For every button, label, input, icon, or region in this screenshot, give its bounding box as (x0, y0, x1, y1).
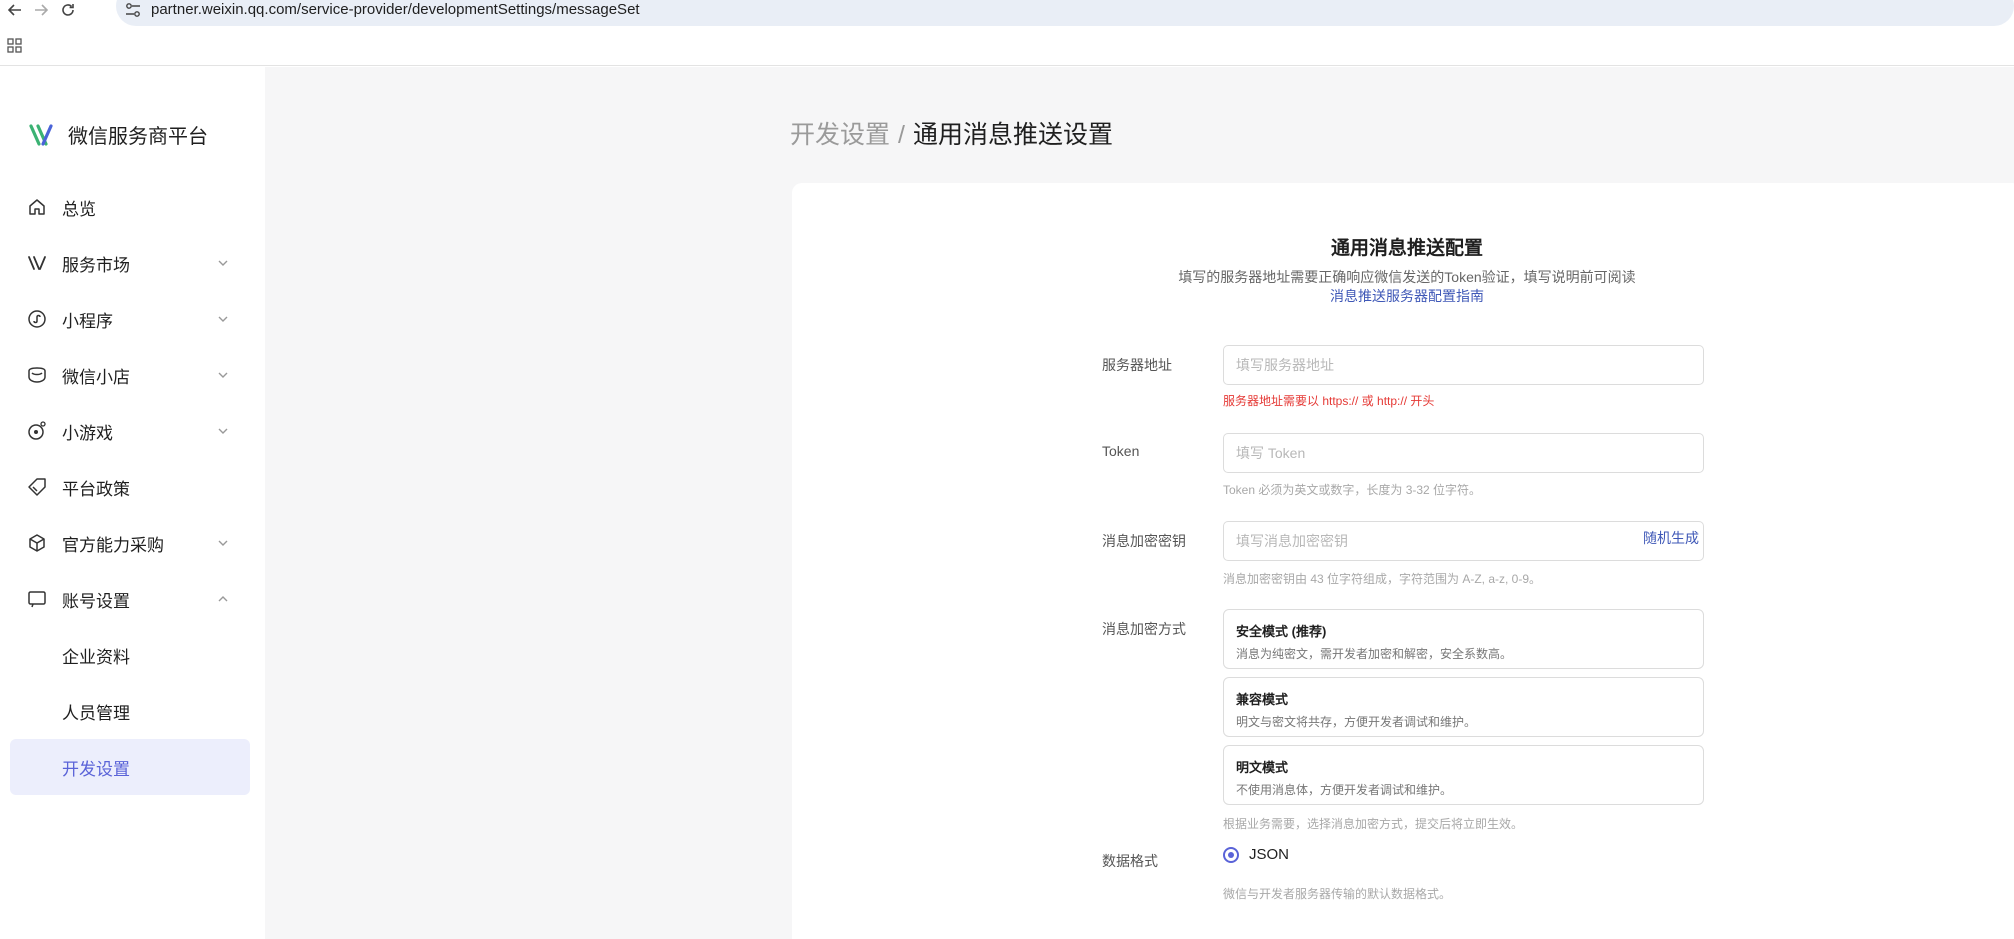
encrypt-mode-hint: 根据业务需要，选择消息加密方式，提交后将立即生效。 (1223, 817, 1524, 831)
breadcrumb: 开发设置 / 通用消息推送设置 (790, 115, 1113, 151)
token-input[interactable] (1223, 433, 1704, 473)
sidebar-item-label: 账号设置 (62, 591, 130, 611)
encrypt-option-plaintext[interactable]: 明文模式 不使用消息体，方便开发者调试和维护。 (1223, 745, 1704, 805)
chevron-down-icon[interactable] (216, 368, 230, 382)
sidebar-item-official-purchase[interactable]: 官方能力采购 (10, 515, 250, 571)
sidebar-item-label: 服务市场 (62, 255, 130, 275)
sidebar-item-account-settings[interactable]: 账号设置 (10, 571, 250, 627)
option-desc: 不使用消息体，方便开发者调试和维护。 (1236, 783, 1453, 797)
option-title: 明文模式 (1236, 760, 1289, 775)
chevron-down-icon[interactable] (216, 256, 230, 270)
sidebar-item-service-market[interactable]: 服务市场 (10, 235, 250, 291)
generate-key-button[interactable]: 随机生成 (1643, 528, 1699, 548)
data-format-radio-json[interactable]: JSON (1223, 846, 1289, 863)
guide-link: 消息推送服务器配置指南 (792, 286, 2014, 306)
wechat-service-logo-icon (29, 123, 53, 146)
sidebar-item-label: 小程序 (62, 311, 113, 331)
sidebar-item-mini-program[interactable]: 小程序 (10, 291, 250, 347)
chevron-down-icon[interactable] (216, 312, 230, 326)
sidebar-item-label: 平台政策 (62, 479, 130, 499)
option-desc: 明文与密文将共存，方便开发者调试和维护。 (1236, 715, 1477, 729)
sidebar-item-staff-management[interactable]: 人员管理 (10, 683, 250, 739)
game-icon (26, 420, 48, 442)
option-desc: 消息为纯密文，需开发者加密和解密，安全系数高。 (1236, 647, 1513, 661)
sidebar-item-label: 开发设置 (62, 759, 130, 779)
sidebar-item-company-info[interactable]: 企业资料 (10, 627, 250, 683)
breadcrumb-separator: / (898, 121, 905, 149)
sidebar-item-label: 微信小店 (62, 367, 130, 387)
radio-selected-icon[interactable] (1223, 846, 1239, 863)
url-text[interactable]: partner.weixin.qq.com/service-provider/d… (151, 1, 640, 18)
home-icon (26, 196, 48, 218)
aes-key-hint: 消息加密密钥由 43 位字符组成，字符范围为 A-Z, a-z, 0-9。 (1223, 572, 1542, 586)
main-content: 开发设置 / 通用消息推送设置 通用消息推送配置 填写的服务器地址需要正确响应微信发… (265, 67, 2014, 939)
apps-grid-icon[interactable] (6, 37, 24, 55)
data-format-hint: 微信与开发者服务器传输的默认数据格式。 (1223, 887, 1452, 901)
brand-name: 微信服务商平台 (68, 126, 208, 148)
option-title: 兼容模式 (1236, 692, 1289, 707)
sidebar: 微信服务商平台 总览 服务市场 小程序 微信小店 小游戏 平台政策 官方能力采购… (0, 67, 265, 939)
reload-icon[interactable] (55, 0, 81, 20)
token-hint: Token 必须为英文或数字，长度为 3-32 位字符。 (1223, 483, 1482, 497)
box-icon (26, 532, 48, 554)
sidebar-item-mini-game[interactable]: 小游戏 (10, 403, 250, 459)
guide-link-text[interactable]: 消息推送服务器配置指南 (1330, 288, 1484, 304)
policy-icon (26, 476, 48, 498)
sidebar-item-platform-policy[interactable]: 平台政策 (10, 459, 250, 515)
sidebar-item-label: 人员管理 (62, 703, 130, 723)
sidebar-item-label: 总览 (62, 199, 96, 219)
server-url-input[interactable] (1223, 345, 1704, 385)
sidebar-item-overview[interactable]: 总览 (10, 179, 250, 235)
server-url-label: 服务器地址 (1102, 357, 1172, 373)
bookmarks-bar (0, 26, 2014, 66)
token-label: Token (1102, 443, 1140, 459)
radio-label: JSON (1249, 846, 1290, 863)
brand[interactable]: 微信服务商平台 (28, 120, 208, 149)
aes-key-label: 消息加密密钥 (1102, 533, 1186, 549)
aes-key-input[interactable] (1223, 521, 1704, 561)
sidebar-item-label: 小游戏 (62, 423, 113, 443)
form-subtitle: 填写的服务器地址需要正确响应微信发送的Token验证，填写说明前可阅读 (1178, 269, 1636, 285)
back-icon[interactable] (2, 0, 28, 20)
mini-program-icon (26, 308, 48, 330)
browser-toolbar: partner.weixin.qq.com/service-provider/d… (0, 0, 2014, 26)
data-format-label: 数据格式 (1102, 853, 1158, 869)
server-url-error: 服务器地址需要以 https:// 或 http:// 开头 (1223, 394, 1435, 408)
sidebar-item-wechat-shop[interactable]: 微信小店 (10, 347, 250, 403)
page-title: 通用消息推送设置 (912, 121, 1113, 149)
shop-icon (26, 364, 48, 386)
encrypt-option-compatible[interactable]: 兼容模式 明文与密文将共存，方便开发者调试和维护。 (1223, 677, 1704, 737)
encrypt-option-safe[interactable]: 安全模式 (推荐) 消息为纯密文，需开发者加密和解密，安全系数高。 (1223, 609, 1704, 669)
forward-icon[interactable] (28, 0, 54, 20)
form-card: 通用消息推送配置 填写的服务器地址需要正确响应微信发送的Token验证，填写说明… (792, 183, 2014, 939)
site-settings-icon[interactable] (124, 1, 142, 19)
account-icon (26, 588, 48, 610)
sidebar-item-label: 企业资料 (62, 647, 130, 667)
chevron-up-icon[interactable] (216, 592, 230, 606)
sidebar-item-dev-settings[interactable]: 开发设置 (10, 739, 250, 795)
chevron-down-icon[interactable] (216, 424, 230, 438)
chevron-down-icon[interactable] (216, 536, 230, 550)
sidebar-item-label: 官方能力采购 (62, 535, 164, 555)
market-icon (26, 252, 48, 274)
encrypt-mode-label: 消息加密方式 (1102, 621, 1186, 637)
option-title: 安全模式 (推荐) (1236, 624, 1327, 639)
address-bar[interactable]: partner.weixin.qq.com/service-provider/d… (116, 0, 2014, 26)
breadcrumb-parent[interactable]: 开发设置 (790, 121, 890, 149)
form-title: 通用消息推送配置 (1330, 238, 1483, 259)
